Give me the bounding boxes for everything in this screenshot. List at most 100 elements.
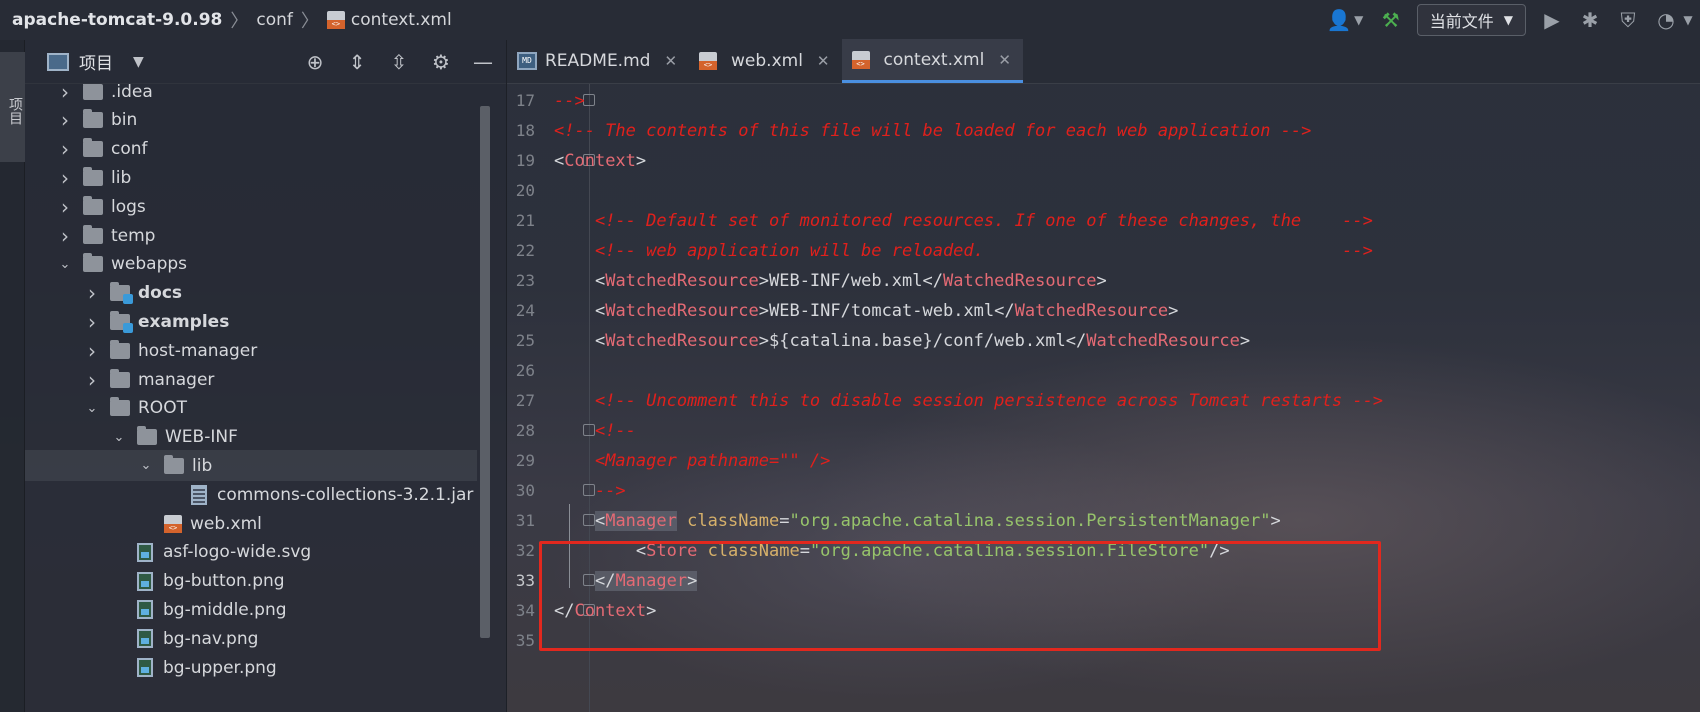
code-line[interactable]: 25 <WatchedResource>${catalina.base}/con…	[507, 326, 1700, 356]
title-toolbar: 👤 ▼ ⚒ 当前文件 ▼ ▶ ✱ ⛨ ◔ ▼	[1327, 0, 1700, 40]
tree-item[interactable]: › bin	[25, 105, 477, 136]
code-text: <WatchedResource>${catalina.base}/conf/w…	[594, 331, 1251, 351]
folder-icon	[110, 339, 130, 359]
collapse-all-icon[interactable]: ⇳	[388, 50, 410, 74]
tree-item[interactable]: commons-collections-3.2.1.jar	[25, 479, 477, 510]
close-icon[interactable]: ✕	[817, 52, 830, 70]
tree-item[interactable]: › manager	[25, 364, 477, 395]
close-icon[interactable]: ✕	[664, 52, 677, 70]
build-hammer-icon[interactable]: ⚒	[1379, 8, 1403, 32]
tree-item[interactable]: asf-logo-wide.svg	[25, 537, 477, 568]
tab-web-xml[interactable]: web.xml ✕	[689, 39, 841, 83]
chevron-right-icon[interactable]: ›	[57, 108, 73, 132]
chevron-down-icon[interactable]: ▼	[1353, 13, 1365, 27]
tree-item[interactable]: web.xml	[25, 508, 477, 539]
tab-readme[interactable]: MD README.md ✕	[507, 39, 689, 83]
tree-item[interactable]: › logs	[25, 191, 477, 222]
user-icon[interactable]: 👤	[1327, 8, 1352, 32]
tree-item-label: .idea	[111, 84, 153, 102]
chevron-down-icon[interactable]: ⌄	[111, 430, 127, 445]
tree-item[interactable]: ⌄ webapps	[25, 249, 477, 280]
code-line[interactable]: 23 <WatchedResource>WEB-INF/web.xml</Wat…	[507, 266, 1700, 296]
code-line[interactable]: 31 <Manager className="org.apache.catali…	[507, 506, 1700, 536]
code-text: <Manager className="org.apache.catalina.…	[594, 511, 1281, 531]
tree-item[interactable]: bg-nav.png	[25, 623, 477, 654]
profile-icon[interactable]: ◔	[1654, 8, 1678, 32]
line-number: 29	[515, 451, 535, 470]
tree-item-label: bg-nav.png	[163, 628, 259, 649]
breadcrumb-file[interactable]: context.xml	[351, 10, 452, 30]
code-line[interactable]: 27 <!-- Uncomment this to disable sessio…	[507, 386, 1700, 416]
code-line[interactable]: 17 -->	[507, 86, 1700, 116]
debug-icon[interactable]: ✱	[1578, 8, 1602, 32]
coverage-icon[interactable]: ⛨	[1616, 8, 1640, 32]
chevron-right-icon[interactable]: ›	[57, 195, 73, 219]
breadcrumb-folder[interactable]: conf	[256, 10, 293, 30]
expand-all-icon[interactable]: ⇕	[346, 50, 368, 74]
code-area[interactable]: 17 --> 18 <!-- The contents of this file wi…	[507, 84, 1700, 712]
image-file-icon	[137, 571, 153, 591]
code-line[interactable]: 21 <!-- Default set of monitored resourc…	[507, 206, 1700, 236]
tree-item[interactable]: › host-manager	[25, 335, 477, 366]
fold-marker-icon[interactable]	[583, 94, 595, 106]
chevron-down-icon: ▼	[1503, 13, 1513, 27]
code-line[interactable]: 26	[507, 356, 1700, 386]
folder-icon	[83, 138, 103, 158]
tree-item[interactable]: ⌄ ROOT	[25, 393, 477, 424]
editor: MD README.md ✕ web.xml ✕ context.xml ✕ 1…	[507, 39, 1700, 712]
tree-item[interactable]: ⌄ lib	[25, 450, 477, 482]
chevron-down-icon[interactable]: ⌄	[57, 257, 73, 272]
tree-item-label: docs	[138, 283, 183, 304]
chevron-right-icon[interactable]: ›	[84, 339, 100, 363]
run-icon[interactable]: ▶	[1540, 8, 1564, 32]
close-icon[interactable]: ✕	[998, 51, 1011, 69]
code-line[interactable]: 19 <Context>	[507, 146, 1700, 176]
project-panel-title[interactable]: 项目	[79, 49, 113, 74]
tree-item[interactable]: bg-middle.png	[25, 594, 477, 625]
tree-item-label: ROOT	[138, 398, 187, 419]
line-number: 21	[515, 211, 535, 230]
chevron-right-icon[interactable]: ›	[57, 84, 73, 104]
tree-item[interactable]: ⌄ WEB-INF	[25, 422, 477, 453]
code-text: <Manager pathname="" />	[594, 451, 831, 471]
line-number: 33	[515, 571, 535, 590]
tree-item[interactable]: › .idea	[25, 84, 477, 107]
code-line[interactable]: 22 <!-- web application will be reloaded…	[507, 236, 1700, 266]
tree-item[interactable]: › conf	[25, 134, 477, 165]
chevron-down-icon[interactable]: ⌄	[84, 401, 100, 416]
chevron-right-icon[interactable]: ›	[57, 224, 73, 248]
tree-item-label: commons-collections-3.2.1.jar	[217, 484, 474, 505]
locate-icon[interactable]: ⊕	[304, 50, 326, 74]
folder-icon	[83, 224, 103, 244]
project-tool-window-button[interactable]: 项目	[0, 52, 25, 162]
tree-item[interactable]: › docs	[25, 278, 477, 309]
chevron-right-icon[interactable]: ›	[84, 310, 100, 334]
tab-context-xml[interactable]: context.xml ✕	[841, 39, 1023, 83]
code-line[interactable]: 30 -->	[507, 476, 1700, 506]
chevron-right-icon[interactable]: ›	[57, 166, 73, 190]
tree-scrollbar-thumb[interactable]	[480, 106, 490, 638]
chevron-down-icon[interactable]: ▼	[1682, 13, 1694, 27]
chevron-down-icon[interactable]: ▼	[133, 54, 144, 70]
image-file-icon	[137, 629, 153, 649]
line-number: 23	[515, 271, 535, 290]
tree-item[interactable]: bg-upper.png	[25, 652, 477, 683]
code-line[interactable]: 24 <WatchedResource>WEB-INF/tomcat-web.x…	[507, 296, 1700, 326]
tree-item-label: temp	[111, 225, 156, 246]
code-line[interactable]: 29 <Manager pathname="" />	[507, 446, 1700, 476]
chevron-right-icon[interactable]: ›	[84, 281, 100, 305]
tree-item[interactable]: › lib	[25, 162, 477, 193]
run-config-selector[interactable]: 当前文件 ▼	[1416, 4, 1526, 36]
code-line[interactable]: 28 <!--	[507, 416, 1700, 446]
tree-item[interactable]: bg-button.png	[25, 566, 477, 597]
code-line[interactable]: 18 <!-- The contents of this file will be…	[507, 116, 1700, 146]
breadcrumb-project[interactable]: apache-tomcat-9.0.98	[12, 10, 222, 30]
code-line[interactable]: 20	[507, 176, 1700, 206]
chevron-right-icon[interactable]: ›	[57, 137, 73, 161]
chevron-right-icon[interactable]: ›	[84, 368, 100, 392]
minimize-icon[interactable]: —	[472, 50, 494, 74]
gear-icon[interactable]: ⚙	[430, 50, 452, 74]
tree-item[interactable]: › temp	[25, 220, 477, 251]
chevron-down-icon[interactable]: ⌄	[138, 458, 154, 473]
tree-item[interactable]: › examples	[25, 306, 477, 337]
